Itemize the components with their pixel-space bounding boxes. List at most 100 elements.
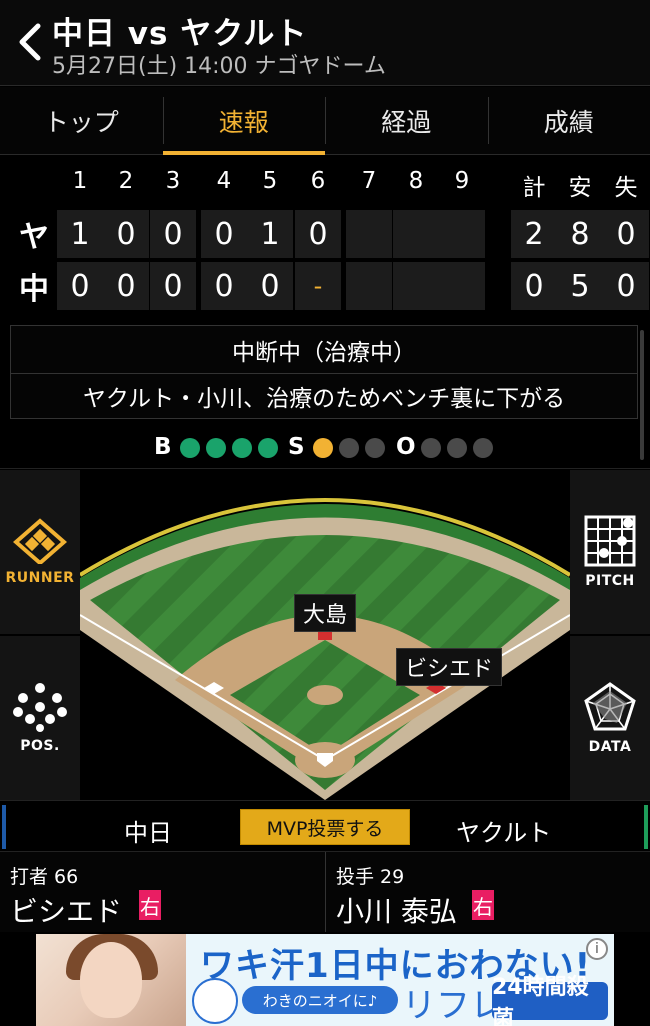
data-label: DATA [588, 739, 632, 755]
team-label-home: 中 [19, 272, 49, 307]
score-cell: 0 [150, 210, 196, 258]
ad-logo-icon [192, 978, 238, 1024]
batter-panel[interactable]: 打者 66 ビシエド 右 [0, 852, 325, 932]
total-cell: 5 [557, 262, 603, 310]
out-dot [421, 438, 441, 458]
batter-name: ビシエド [10, 895, 123, 928]
baseball-field [80, 498, 570, 800]
home-team-stripe [2, 805, 6, 849]
total-cell: 0 [603, 262, 649, 310]
total-header-hits: 安 [568, 175, 592, 201]
ball-dot [206, 438, 226, 458]
pitch-label: PITCH [585, 573, 635, 589]
tab-top[interactable]: トップ [0, 87, 163, 154]
away-team-stripe [644, 805, 648, 849]
balls-label: B [154, 434, 172, 460]
score-cell: 0 [150, 262, 196, 310]
outs-label: O [396, 434, 416, 460]
ad-banner[interactable]: ワキ汗1日中におわない! わきのニオイに♪ リフレア 24時間殺菌 i [36, 934, 614, 1026]
runner-button[interactable]: RUNNER [0, 470, 80, 634]
matchup-panel: 打者 66 ビシエド 右 投手 29 小川 泰弘 右 [0, 852, 650, 932]
pitcher-name: 小川 泰弘 [336, 895, 457, 928]
score-cell: 0 [57, 262, 103, 310]
runner-label: RUNNER [5, 570, 75, 586]
score-cell: 0 [201, 262, 247, 310]
strike-dot [339, 438, 359, 458]
tab-bar: トップ 速報 経過 成績 [0, 87, 650, 155]
runner-second-label: 大島 [294, 594, 357, 632]
ad-badge: 24時間殺菌 [492, 975, 608, 1026]
pitcher-role: 投手 29 [336, 866, 405, 888]
positions-icon [13, 683, 67, 732]
ball-dot [258, 438, 278, 458]
positions-button[interactable]: POS. [0, 636, 80, 800]
score-cell: - [295, 262, 341, 310]
ad-subtext: わきのニオイに♪ [242, 986, 398, 1014]
tab-progress[interactable]: 経過 [325, 87, 488, 154]
runner-first-label: ビシエド [396, 648, 503, 686]
runner-diamond-icon [13, 518, 67, 564]
ball-count: B S O [0, 434, 650, 462]
positions-label: POS. [20, 738, 60, 754]
pitch-grid-icon [584, 515, 636, 567]
score-cell: 0 [295, 210, 341, 258]
inning-header: 3 [165, 168, 181, 194]
away-team-name: ヤクルト [456, 819, 552, 847]
score-cell [393, 262, 439, 310]
radar-chart-icon [584, 682, 636, 731]
inning-header: 8 [408, 168, 424, 194]
mvp-vote-button[interactable]: MVP投票する [240, 809, 410, 845]
score-cell: 1 [57, 210, 103, 258]
ball-dot [180, 438, 200, 458]
score-cell: 0 [201, 210, 247, 258]
inning-header: 7 [361, 168, 377, 194]
team-label-away: ヤ [19, 220, 49, 255]
play-message: ヤクルト・小川、治療のためベンチ裏に下がる [82, 386, 566, 412]
inning-header: 1 [72, 168, 88, 194]
inning-header: 2 [118, 168, 134, 194]
score-cell: 0 [103, 210, 149, 258]
total-cell: 8 [557, 210, 603, 258]
tab-live[interactable]: 速報 [162, 87, 326, 155]
score-cell: 1 [247, 210, 293, 258]
inning-header: 4 [216, 168, 232, 194]
ad-info-icon[interactable]: i [586, 938, 608, 960]
game-title: 中日 vs ヤクルト [52, 16, 308, 52]
inning-header: 9 [454, 168, 470, 194]
out-dot [473, 438, 493, 458]
score-cell [439, 262, 485, 310]
game-status: 中断中（治療中） [11, 326, 637, 374]
data-button[interactable]: DATA [570, 636, 650, 800]
batter-role: 打者 66 [10, 866, 79, 888]
score-cell: 0 [247, 262, 293, 310]
back-arrow-icon[interactable] [14, 20, 48, 64]
score-cell [346, 262, 392, 310]
inning-header: 6 [310, 168, 326, 194]
pitcher-hand-badge: 右 [472, 890, 494, 920]
score-cell [439, 210, 485, 258]
score-cell [346, 210, 392, 258]
score-cell: 0 [103, 262, 149, 310]
total-cell: 0 [511, 262, 557, 310]
score-cell [393, 210, 439, 258]
app-header: 中日 vs ヤクルト 5月27日(土) 14:00 ナゴヤドーム [0, 0, 650, 86]
ball-dot [232, 438, 252, 458]
total-cell: 2 [511, 210, 557, 258]
tab-stats[interactable]: 成績 [487, 87, 650, 154]
total-header-errors: 失 [614, 175, 638, 201]
total-header-runs: 計 [522, 175, 546, 201]
game-subtitle: 5月27日(土) 14:00 ナゴヤドーム [52, 54, 386, 79]
total-cell: 0 [603, 210, 649, 258]
pitch-button[interactable]: PITCH [570, 470, 650, 634]
batter-hand-badge: 右 [139, 890, 161, 920]
ad-photo [36, 934, 186, 1026]
play-info-box: 中断中（治療中） ヤクルト・小川、治療のためベンチ裏に下がる [10, 325, 638, 419]
team-bar: 中日 MVP投票する ヤクルト [0, 800, 650, 852]
inning-header: 5 [262, 168, 278, 194]
strike-dot [313, 438, 333, 458]
out-dot [447, 438, 467, 458]
strikes-label: S [288, 434, 305, 460]
strike-dot [365, 438, 385, 458]
home-team-name: 中日 [124, 819, 172, 847]
pitcher-panel[interactable]: 投手 29 小川 泰弘 右 [325, 852, 650, 932]
